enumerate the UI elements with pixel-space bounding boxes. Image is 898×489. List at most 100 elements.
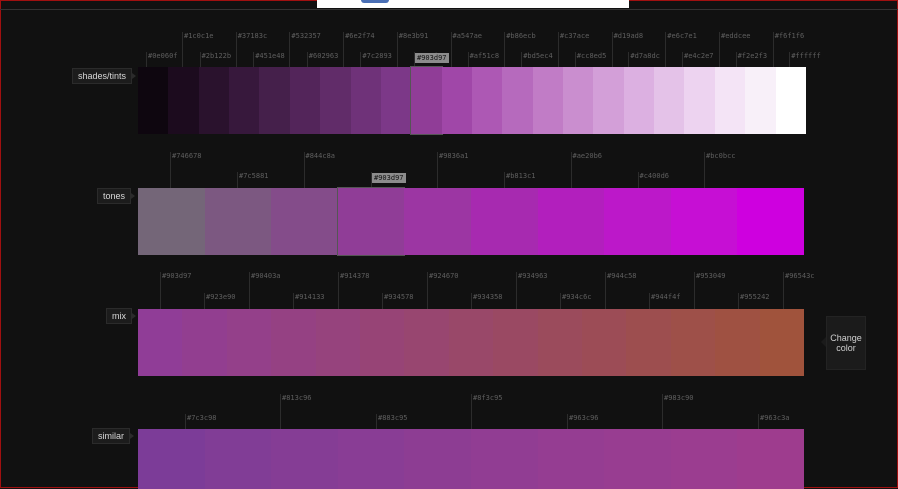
tone-hex-label: #c400d6: [639, 172, 670, 180]
mix-hex-label: #934358: [473, 293, 503, 301]
tone-swatch[interactable]: [537, 188, 605, 255]
shade-swatch[interactable]: [714, 67, 746, 134]
label-tick: [306, 52, 308, 67]
tone-swatch[interactable]: [470, 188, 538, 255]
similar-swatch[interactable]: [204, 429, 272, 489]
label-tick: [637, 172, 639, 188]
label-tick: [662, 394, 663, 429]
label-tick: [694, 272, 695, 309]
shade-swatch[interactable]: [198, 67, 230, 134]
mix-swatch[interactable]: [759, 309, 805, 376]
shade-swatch[interactable]: [411, 67, 442, 134]
mix-swatch[interactable]: [448, 309, 494, 376]
similar-swatch[interactable]: [271, 429, 338, 489]
mix-hex-label: #953049: [696, 272, 726, 280]
mix-swatch[interactable]: [715, 309, 760, 376]
mix-swatch[interactable]: [493, 309, 538, 376]
label-tick: [772, 32, 774, 67]
mix-swatch[interactable]: [537, 309, 583, 376]
similar-swatch[interactable]: [404, 429, 471, 489]
label-tick: [516, 272, 517, 309]
similar-swatch[interactable]: [138, 429, 205, 489]
shade-swatch[interactable]: [138, 67, 169, 134]
shade-swatch[interactable]: [350, 67, 381, 134]
similar-swatch[interactable]: [737, 429, 804, 489]
label-tick: [649, 293, 650, 309]
mix-hex-label: #96543c: [785, 272, 815, 280]
shade-swatch[interactable]: [380, 67, 412, 134]
mix-swatch[interactable]: [626, 309, 671, 376]
tone-hex-label: #7c5881: [239, 172, 269, 180]
tone-swatch[interactable]: [404, 188, 471, 255]
tone-swatch[interactable]: [737, 188, 804, 255]
shade-swatch[interactable]: [775, 67, 806, 134]
divider: [0, 9, 898, 10]
label-tick: [235, 32, 237, 67]
shade-swatch[interactable]: [289, 67, 321, 134]
shade-hex-label: #bd5ec4: [523, 52, 553, 60]
label-tick: [789, 52, 791, 67]
top-banner: [317, 0, 629, 8]
mix-hex-label: #924670: [429, 272, 459, 280]
shade-swatch[interactable]: [623, 67, 655, 134]
mix-strip[interactable]: [138, 309, 805, 376]
label-tick: [611, 32, 613, 67]
shade-swatch[interactable]: [259, 67, 290, 134]
banner-accent: [361, 0, 389, 3]
shade-swatch[interactable]: [471, 67, 503, 134]
tone-swatch[interactable]: [337, 188, 405, 255]
tones-strip[interactable]: [138, 188, 804, 255]
shade-swatch[interactable]: [441, 67, 472, 134]
mix-swatch[interactable]: [271, 309, 316, 376]
label-tick: [521, 52, 523, 67]
mix-swatch[interactable]: [315, 309, 361, 376]
label-tick: [160, 272, 161, 309]
shade-hex-label: #532357: [291, 32, 321, 40]
mix-swatch[interactable]: [360, 309, 405, 376]
shade-hex-label: #1c0c1e: [184, 32, 214, 40]
label-tick: [471, 394, 472, 429]
similar-swatch[interactable]: [470, 429, 538, 489]
shade-swatch[interactable]: [168, 67, 199, 134]
shade-hex-label: #e4c2e7: [684, 52, 714, 60]
label-tick: [396, 32, 398, 67]
section-label-shades: shades/tints: [72, 68, 137, 84]
mix-hex-label: #914133: [295, 293, 325, 301]
shade-swatch[interactable]: [502, 67, 533, 134]
mix-hex-label: #903d97: [162, 272, 192, 280]
similar-strip[interactable]: [138, 429, 804, 489]
similar-swatch[interactable]: [670, 429, 738, 489]
shade-swatch[interactable]: [745, 67, 776, 134]
mix-swatch[interactable]: [182, 309, 227, 376]
shade-swatch[interactable]: [654, 67, 685, 134]
shade-hex-label: #f6f1f6: [774, 32, 805, 40]
similar-swatch[interactable]: [337, 429, 405, 489]
shade-swatch[interactable]: [532, 67, 564, 134]
tone-swatch[interactable]: [271, 188, 338, 255]
similar-swatch[interactable]: [604, 429, 671, 489]
shades-tints-strip[interactable]: [138, 67, 806, 134]
tone-swatch[interactable]: [604, 188, 671, 255]
tone-swatch[interactable]: [138, 188, 205, 255]
tone-hex-label: #ae20b6: [572, 152, 603, 160]
shade-swatch[interactable]: [229, 67, 260, 134]
shade-swatch[interactable]: [563, 67, 594, 134]
tone-swatch[interactable]: [204, 188, 272, 255]
shade-swatch[interactable]: [684, 67, 715, 134]
mix-swatch[interactable]: [670, 309, 716, 376]
mix-swatch[interactable]: [226, 309, 272, 376]
mix-swatch[interactable]: [138, 309, 183, 376]
label-tick: [376, 414, 377, 429]
shade-swatch[interactable]: [593, 67, 624, 134]
change-color-button[interactable]: Change color: [821, 316, 866, 370]
similar-swatch[interactable]: [537, 429, 605, 489]
tone-swatch[interactable]: [670, 188, 738, 255]
shade-hex-label: #6e2f74: [345, 32, 375, 40]
shade-swatch[interactable]: [320, 67, 351, 134]
label-tick: [293, 293, 294, 309]
mix-swatch[interactable]: [404, 309, 449, 376]
shade-hex-label: #37183c: [237, 32, 268, 40]
mix-swatch[interactable]: [582, 309, 627, 376]
label-tick: [303, 152, 305, 188]
mix-hex-label: #923e90: [206, 293, 236, 301]
